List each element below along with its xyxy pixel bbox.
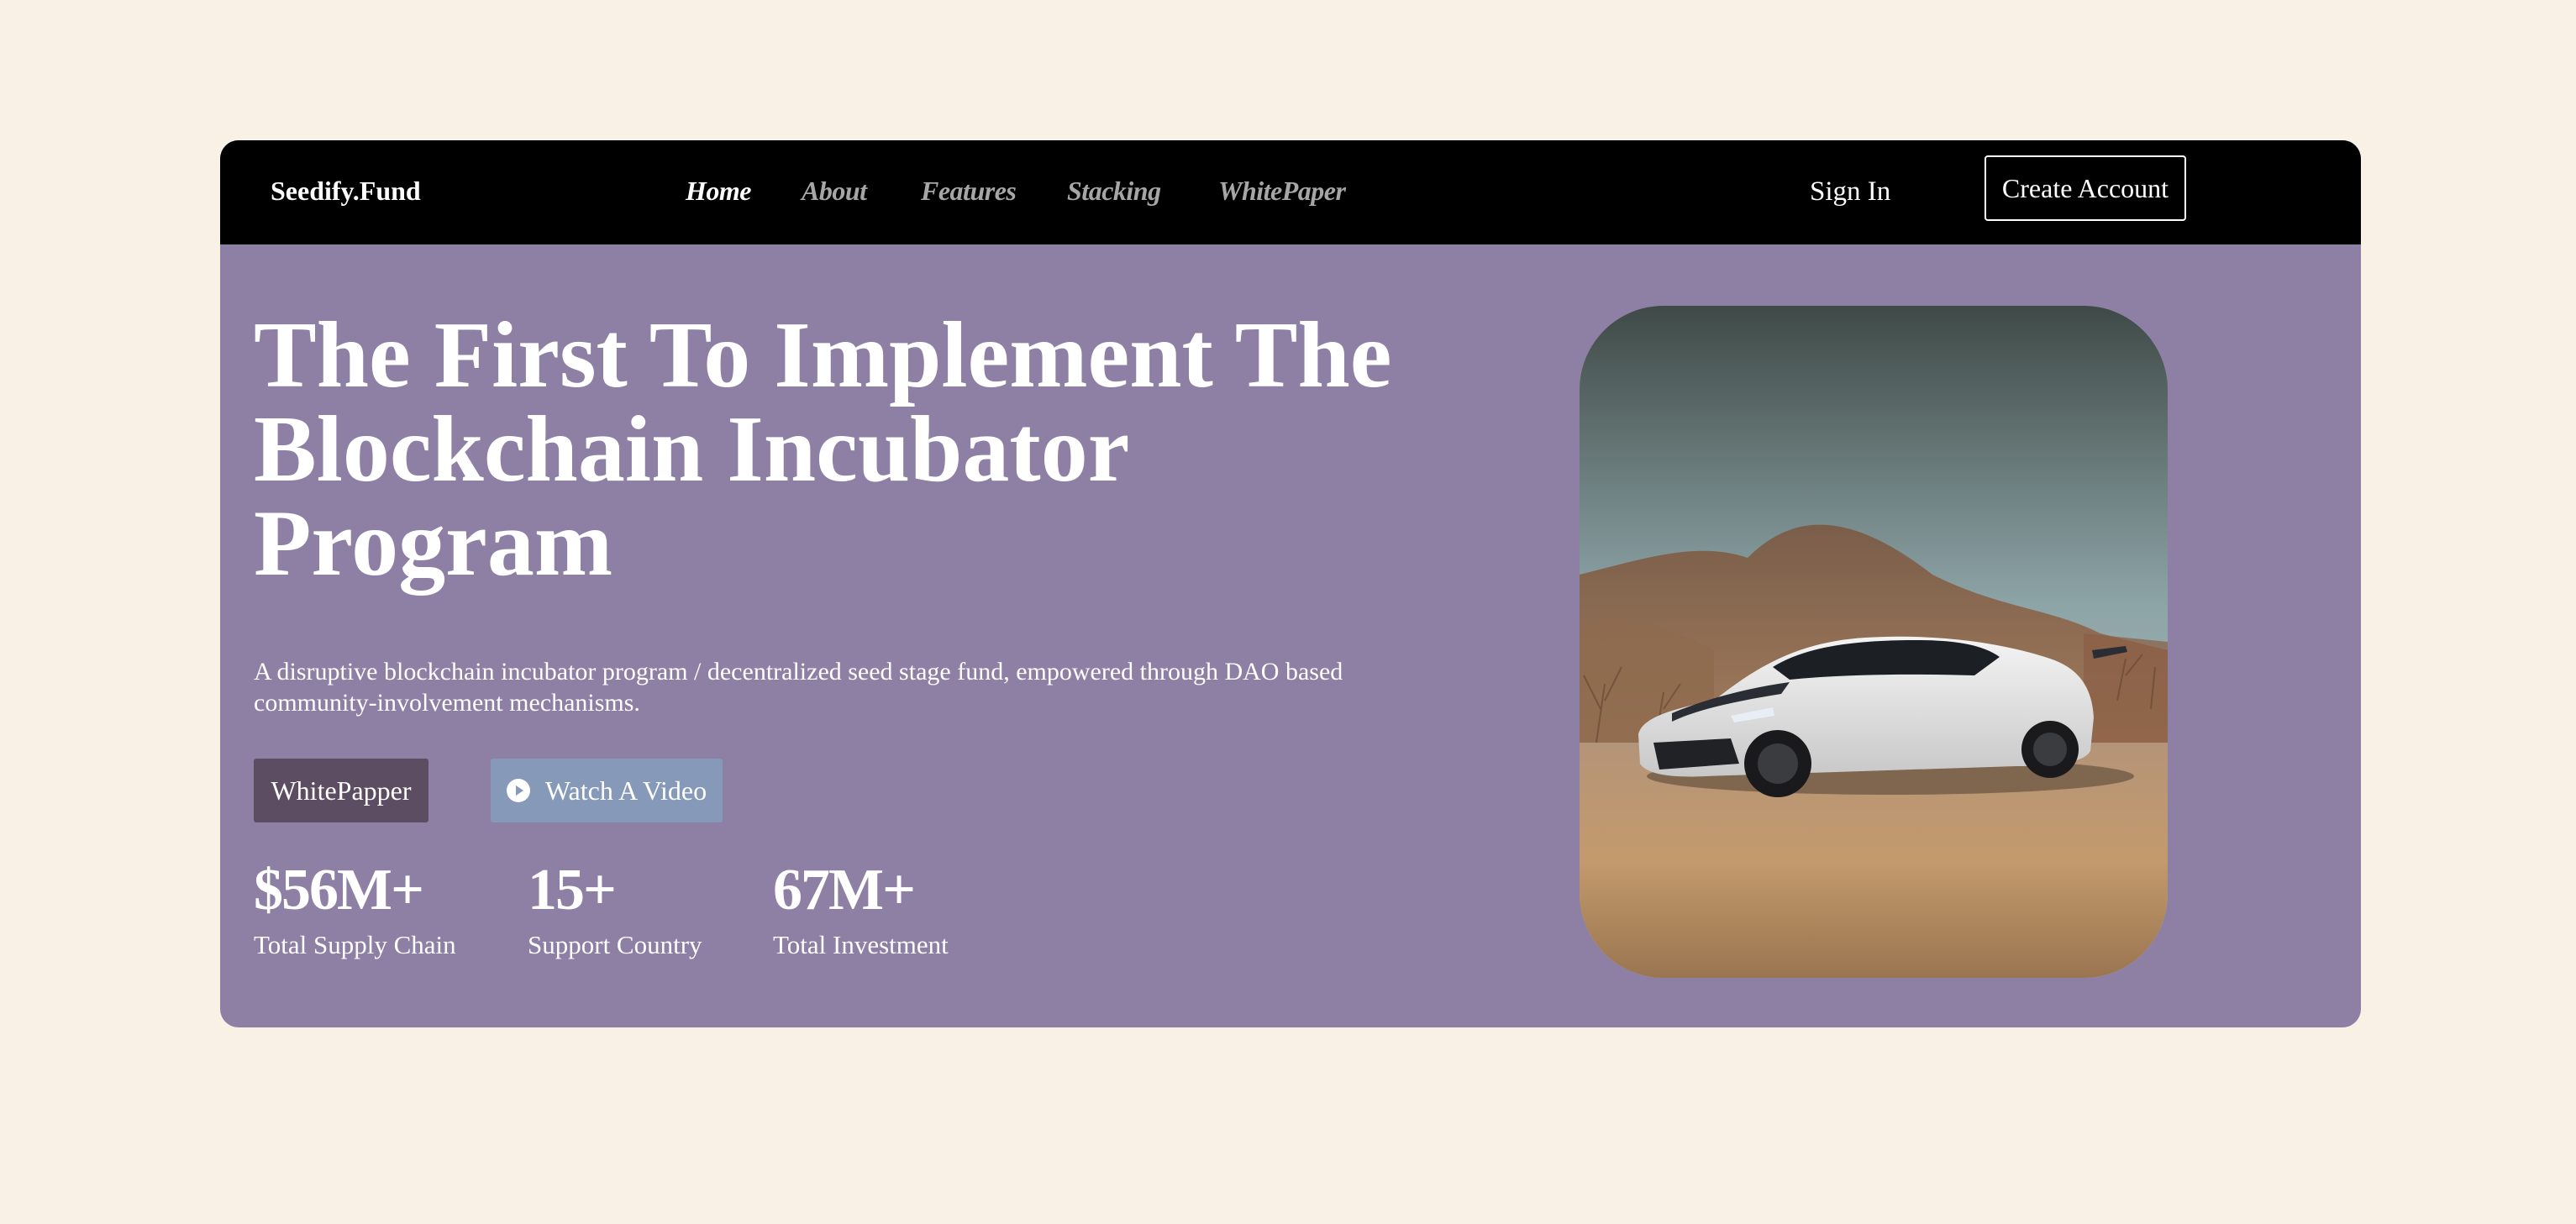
nav-link-about[interactable]: About (802, 172, 867, 210)
stat-label: Support Country (528, 930, 702, 959)
nav-link-home[interactable]: Home (686, 172, 751, 210)
hero-card: Seedify.Fund Home About Features Stackin… (220, 140, 2361, 1027)
top-navbar: Seedify.Fund Home About Features Stackin… (220, 140, 2361, 244)
hero-title: The First To Implement The Blockchain In… (254, 308, 1514, 591)
car-illustration (1580, 306, 2168, 978)
stat-value: 67M+ (773, 858, 916, 922)
stat-total-supply-chain: $56M+ Total Supply Chain (254, 858, 456, 959)
nav-link-stacking[interactable]: Stacking (1067, 172, 1161, 210)
hero-car-photo (1580, 306, 2168, 978)
stat-support-country: 15+ Support Country (528, 858, 702, 959)
hero-title-line: Program (254, 491, 613, 596)
play-circle-icon (506, 779, 530, 802)
stat-value: 15+ (528, 858, 617, 922)
hero-title-line: The First To Implement The (254, 303, 1392, 407)
stat-total-investment: 67M+ Total Investment (773, 858, 949, 959)
watch-video-label: Watch A Video (544, 775, 707, 806)
hero-description: A disruptive blockchain incubator progra… (254, 658, 1343, 717)
brand-logo[interactable]: Seedify.Fund (271, 172, 421, 210)
watch-video-button[interactable]: Watch A Video (491, 759, 723, 822)
stat-label: Total Supply Chain (254, 930, 456, 959)
nav-link-whitepaper[interactable]: WhitePaper (1218, 172, 1346, 210)
stat-value: $56M+ (254, 858, 424, 922)
stat-label: Total Investment (773, 930, 949, 959)
create-account-button[interactable]: Create Account (1985, 155, 2186, 221)
hero-title-line: Blockchain Incubator (254, 397, 1130, 502)
sign-in-link[interactable]: Sign In (1810, 172, 1890, 211)
whitepaper-button[interactable]: WhitePapper (254, 759, 428, 822)
nav-link-features[interactable]: Features (921, 172, 1017, 210)
